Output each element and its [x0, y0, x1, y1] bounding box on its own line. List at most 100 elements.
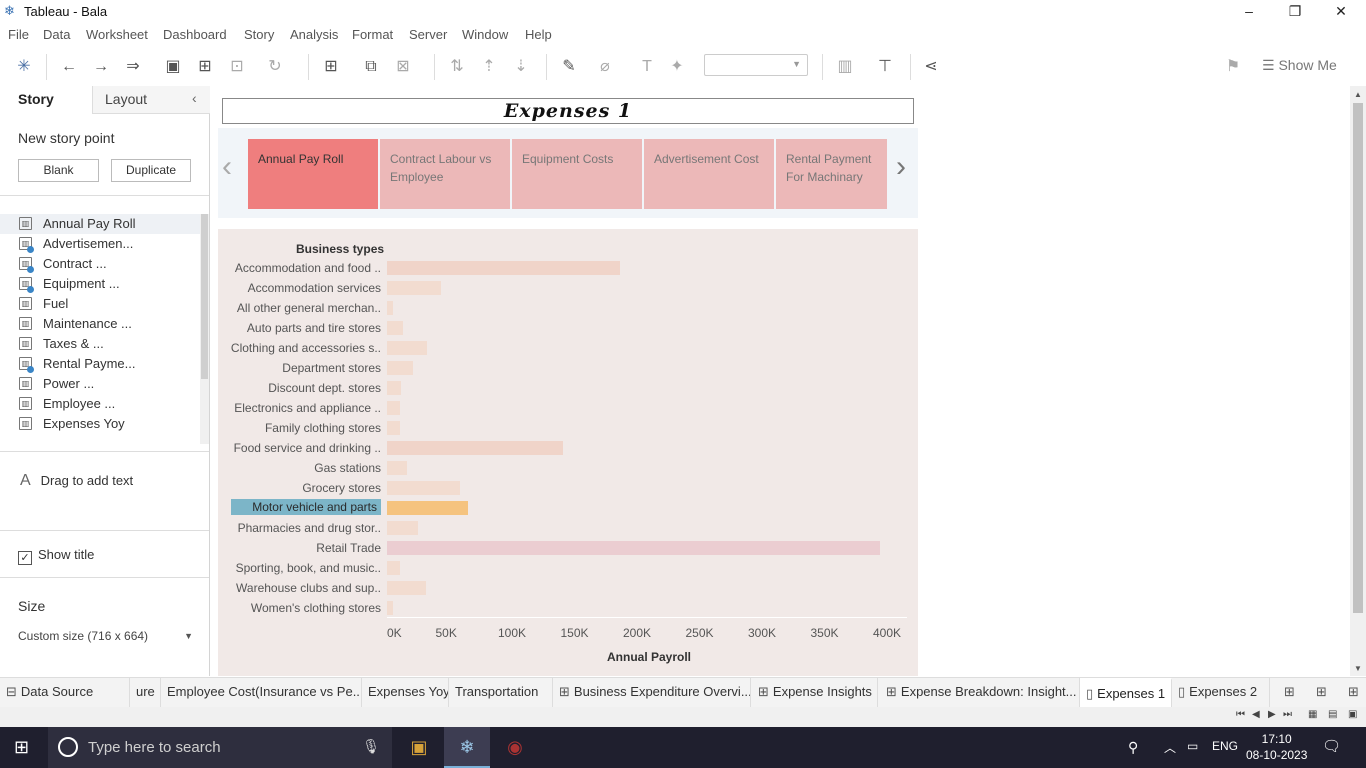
bar[interactable]	[387, 561, 400, 575]
category-label[interactable]: Retail Trade	[316, 541, 381, 555]
bar[interactable]	[387, 481, 460, 495]
clock[interactable]: 17:10 08-10-2023	[1246, 731, 1307, 763]
bar[interactable]	[387, 281, 441, 295]
story-point-5[interactable]: Rental Payment For Machinary	[776, 139, 887, 209]
menu-dashboard[interactable]: Dashboard	[163, 27, 227, 42]
category-label[interactable]: Gas stations	[314, 461, 381, 475]
next-sheet-icon[interactable]: ▶	[1268, 709, 1276, 720]
menu-analysis[interactable]: Analysis	[290, 27, 338, 42]
tab-story[interactable]: Story	[0, 86, 92, 114]
group-icon[interactable]: ⌀	[594, 56, 616, 78]
duplicate-button[interactable]: Duplicate	[111, 159, 191, 182]
bar[interactable]	[387, 581, 426, 595]
bar[interactable]	[387, 461, 407, 475]
menu-file[interactable]: File	[8, 27, 29, 42]
new-worksheet-icon[interactable]: ⊞	[320, 56, 342, 78]
restore-icon[interactable]: ❐	[1272, 0, 1318, 24]
menu-help[interactable]: Help	[525, 27, 552, 42]
taskbar-search[interactable]: Type here to search 🎙	[48, 727, 392, 768]
category-label[interactable]: Pharmacies and drug stor..	[238, 521, 381, 535]
sheet-tab[interactable]: ⊟ Data Source	[0, 678, 130, 708]
category-label[interactable]: Clothing and accessories s..	[231, 341, 381, 355]
sheet-tab[interactable]: Transportation	[449, 678, 553, 708]
sheet-tab[interactable]: ▯ Expenses 2	[1172, 678, 1270, 708]
show-title-checkbox[interactable]: ✓ Show title	[18, 547, 94, 565]
bar[interactable]	[387, 321, 404, 335]
bar[interactable]	[387, 401, 400, 415]
swap-icon[interactable]: ⇅	[446, 56, 468, 78]
sheet-list-scrollbar[interactable]	[200, 214, 209, 444]
sheet-list-item[interactable]: ▥ Advertisemen...	[0, 234, 200, 254]
microphone-icon[interactable]: 🎙	[362, 738, 380, 755]
sheet-tab[interactable]: ure	[130, 678, 161, 708]
category-label[interactable]: Motor vehicle and parts	[231, 499, 381, 515]
bar[interactable]	[387, 381, 401, 395]
canvas-scrollbar[interactable]: ▲ ▼	[1350, 86, 1366, 676]
category-label[interactable]: Department stores	[282, 361, 381, 375]
tableau-start-icon[interactable]: ✳	[13, 56, 35, 78]
save-icon[interactable]: ▣	[162, 56, 184, 78]
sheet-tab[interactable]: Employee Cost(Insurance vs Pe...	[161, 678, 362, 708]
duplicate-sheet-icon[interactable]: ⧉	[360, 56, 382, 78]
category-label[interactable]: Accommodation and food ..	[235, 261, 381, 275]
sheet-tab[interactable]: ⊞ Expense Breakdown: Insight...	[880, 678, 1080, 708]
category-label[interactable]: Discount dept. stores	[268, 381, 381, 395]
sheet-tab[interactable]: ⊞ Business Expenditure Overvi...	[553, 678, 751, 708]
sheet-list-item[interactable]: ▥ Maintenance ...	[0, 314, 200, 334]
first-sheet-icon[interactable]: ⏮	[1236, 709, 1245, 720]
windows-start-icon[interactable]: ⊞	[14, 737, 29, 758]
tableau-taskbar-icon[interactable]: ❄	[444, 727, 490, 768]
tray-chevron-icon[interactable]: ︿	[1164, 739, 1176, 756]
sheet-list-item[interactable]: ▥ Rental Payme...	[0, 354, 200, 374]
previous-point-icon[interactable]: ‹	[222, 150, 232, 184]
prev-sheet-icon[interactable]: ◀	[1252, 709, 1260, 720]
pause-updates-icon[interactable]: ⊡	[226, 56, 248, 78]
sort-descending-icon[interactable]: ⇣	[510, 56, 532, 78]
label-icon[interactable]: T	[636, 56, 658, 78]
sheet-list-item[interactable]: ▥ Expenses Yoy	[0, 414, 200, 434]
bar[interactable]	[387, 521, 419, 535]
people-icon[interactable]: ⚲	[1128, 739, 1138, 756]
bar[interactable]	[387, 361, 414, 375]
sheet-tab[interactable]: ▯ Expenses 1	[1080, 678, 1172, 708]
menu-window[interactable]: Window	[462, 27, 508, 42]
highlight-icon[interactable]: ✎	[558, 56, 580, 78]
app-icon-photos[interactable]: ▣	[396, 727, 442, 768]
menu-worksheet[interactable]: Worksheet	[86, 27, 148, 42]
menu-data[interactable]: Data	[43, 27, 70, 42]
category-label[interactable]: All other general merchan..	[237, 301, 381, 315]
show-me-button[interactable]: ☰ Show Me	[1262, 57, 1337, 74]
new-worksheet-tab-icon[interactable]: ⊞	[1278, 678, 1302, 708]
bar[interactable]	[387, 501, 469, 515]
language-indicator[interactable]: ENG	[1212, 739, 1238, 753]
sheet-list-item[interactable]: ▥ Taxes & ...	[0, 334, 200, 354]
category-label[interactable]: Accommodation services	[248, 281, 381, 295]
category-label[interactable]: Family clothing stores	[265, 421, 381, 435]
refresh-icon[interactable]: ↻	[264, 56, 286, 78]
category-label[interactable]: Sporting, book, and music..	[236, 561, 381, 575]
size-dropdown[interactable]: Custom size (716 x 664) ▼	[18, 629, 193, 643]
bar[interactable]	[387, 421, 400, 435]
category-label[interactable]: Warehouse clubs and sup..	[236, 581, 381, 595]
story-point-4[interactable]: Advertisement Cost	[644, 139, 774, 209]
battery-icon[interactable]: ▭	[1187, 739, 1198, 753]
bar[interactable]	[387, 261, 620, 275]
menu-server[interactable]: Server	[409, 27, 447, 42]
collapse-panel-icon[interactable]: ‹	[192, 90, 197, 106]
sheet-list-item[interactable]: ▥ Equipment ...	[0, 274, 200, 294]
grid-view-icon[interactable]: ▦	[1308, 709, 1317, 720]
blank-button[interactable]: Blank	[18, 159, 99, 182]
fit-dropdown[interactable]: ▼	[704, 54, 808, 76]
story-point-3[interactable]: Equipment Costs	[512, 139, 642, 209]
story-point-1[interactable]: Annual Pay Roll	[248, 139, 378, 209]
new-story-tab-icon[interactable]: ⊞	[1342, 678, 1366, 708]
minimize-icon[interactable]: –	[1226, 0, 1272, 24]
sheet-list-item[interactable]: ▥ Contract ...	[0, 254, 200, 274]
tab-view-icon[interactable]: ▣	[1348, 709, 1357, 720]
story-point-2[interactable]: Contract Labour vs Employee	[380, 139, 510, 209]
notification-icon[interactable]: 🗨	[1322, 737, 1341, 755]
new-dashboard-tab-icon[interactable]: ⊞	[1310, 678, 1334, 708]
undo-icon[interactable]: ←	[58, 56, 80, 78]
sheet-list-item[interactable]: ▥ Fuel	[0, 294, 200, 314]
close-icon[interactable]: ✕	[1318, 0, 1364, 24]
